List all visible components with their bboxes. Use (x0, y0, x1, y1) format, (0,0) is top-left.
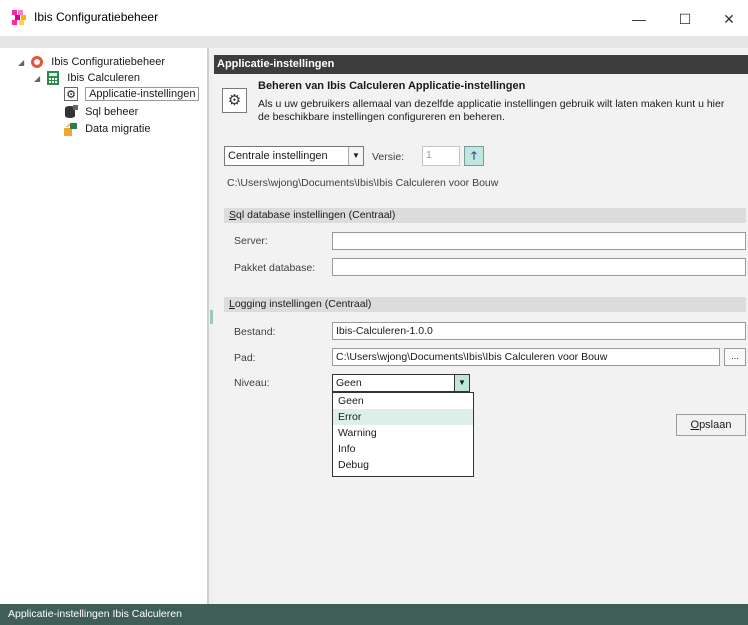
sql-section-title: ql database instellingen (Centraal) (236, 209, 396, 221)
settings-path-text: C:\Users\wjong\Documents\Ibis\Ibis Calcu… (227, 177, 499, 189)
splitter-grip[interactable] (210, 310, 213, 324)
sql-section-header: Sql database instellingen (Centraal) (224, 208, 746, 223)
tree-item-sql-beheer[interactable]: Sql beheer (64, 104, 138, 120)
tree-node-root-label: Ibis Configuratiebeheer (51, 56, 166, 68)
database-icon (65, 105, 78, 119)
level-dropdown-list: Geen Error Warning Info Debug (332, 392, 474, 477)
migration-icon (64, 123, 77, 137)
panel-description: Als u uw gebruikers allemaal van dezelfd… (258, 98, 725, 123)
navigation-tree: ◢ Ibis Configuratiebeheer ◢ Ibis Calcule… (0, 48, 208, 604)
tree-item-label: Data migratie (85, 123, 151, 135)
calculator-icon (47, 71, 60, 86)
level-option-warning[interactable]: Warning (333, 425, 473, 441)
file-label: Bestand: (234, 326, 276, 338)
path-input[interactable]: C:\Users\wjong\Documents\Ibis\Ibis Calcu… (332, 348, 720, 366)
browse-button[interactable]: ... (724, 348, 746, 366)
server-label: Server: (234, 235, 268, 247)
settings-gear-icon: ⚙ (222, 88, 247, 113)
panel-header: Applicatie-instellingen (214, 55, 748, 74)
path-label: Pad: (234, 352, 256, 364)
close-button[interactable]: ✕ (706, 6, 748, 32)
tree-item-data-migratie[interactable]: Data migratie (64, 121, 150, 137)
tree-node-calculeren[interactable]: ◢ Ibis Calculeren (34, 70, 140, 86)
save-label: pslaan (699, 419, 732, 431)
sql-section-accel: S (229, 209, 237, 221)
package-db-input[interactable] (332, 258, 746, 276)
file-input[interactable]: Ibis-Calculeren-1.0.0 (332, 322, 746, 340)
collapse-arrow-icon[interactable]: ◢ (34, 74, 40, 83)
level-select-value: Geen (336, 377, 362, 389)
gear-icon: ⚙ (64, 87, 78, 102)
chevron-down-icon[interactable]: ▼ (454, 375, 469, 391)
level-label: Niveau: (234, 377, 270, 389)
chevron-down-icon[interactable]: ▼ (348, 147, 363, 165)
collapse-arrow-icon[interactable]: ◢ (18, 58, 24, 67)
version-field[interactable]: 1 (422, 146, 460, 166)
package-db-label: Pakket database: (234, 262, 316, 274)
minimize-button[interactable]: — (616, 6, 662, 32)
level-option-info[interactable]: Info (333, 441, 473, 457)
tree-item-label: Sql beheer (85, 106, 139, 118)
logging-section-title: ogging instellingen (Centraal) (234, 298, 372, 310)
ribbon-strip (0, 36, 748, 48)
tree-node-calculeren-label: Ibis Calculeren (67, 72, 141, 84)
app-logo-icon (12, 10, 26, 25)
settings-mode-value: Centrale instellingen (228, 150, 328, 162)
level-option-geen[interactable]: Geen (333, 393, 473, 409)
logging-section-header: Logging instellingen (Centraal) (224, 297, 746, 312)
tree-node-root[interactable]: ◢ Ibis Configuratiebeheer (18, 54, 165, 70)
ibis-config-icon (31, 56, 44, 69)
level-option-debug[interactable]: Debug (333, 457, 473, 473)
maximize-button[interactable]: ☐ (662, 6, 708, 32)
save-accel: O (690, 419, 700, 431)
status-bar: Applicatie-instellingen Ibis Calculeren (0, 604, 748, 625)
settings-mode-select[interactable]: Centrale instellingen ▼ (224, 146, 364, 166)
level-select[interactable]: Geen ▼ (332, 374, 470, 392)
tree-item-applicatie-instellingen[interactable]: ⚙ Applicatie-instellingen (64, 86, 200, 102)
tree-item-label: Applicatie-instellingen (85, 87, 200, 101)
version-up-arrow-button[interactable]: 🡑 (464, 146, 484, 166)
version-label: Versie: (372, 151, 405, 163)
panel-headline: Beheren van Ibis Calculeren Applicatie-i… (258, 80, 526, 92)
level-option-error[interactable]: Error (333, 409, 473, 425)
save-button[interactable]: Opslaan (676, 414, 746, 436)
window-title: Ibis Configuratiebeheer (34, 10, 159, 24)
server-input[interactable] (332, 232, 746, 250)
